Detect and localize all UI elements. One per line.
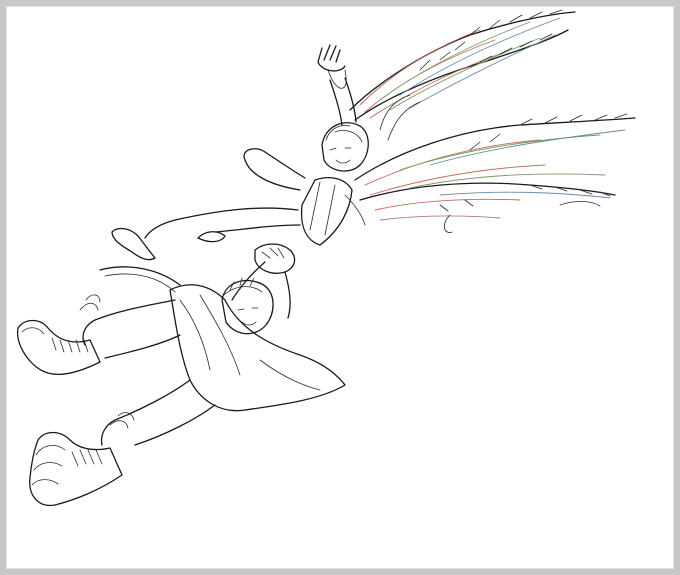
illustration	[17, 9, 636, 507]
hanging-figure	[17, 261, 346, 507]
winged-figure	[111, 44, 369, 274]
upper-wing	[349, 9, 576, 141]
lower-wing	[354, 113, 636, 233]
